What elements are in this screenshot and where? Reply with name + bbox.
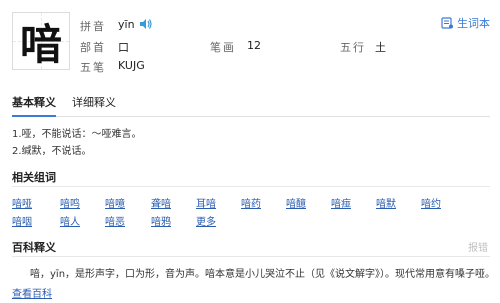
vocab-notebook-button[interactable]: 生词本 (441, 15, 490, 31)
more-words-link[interactable]: 更多 (196, 213, 216, 228)
related-word[interactable]: 喑醷 (286, 195, 306, 210)
definition-item: 2.缄默，不说话。 (12, 146, 92, 157)
wuxing-value: 土 (375, 41, 386, 54)
related-word[interactable]: 喑痖 (331, 195, 351, 210)
character-glyph: 喑 (19, 19, 62, 69)
related-word[interactable]: 喑约 (421, 195, 441, 210)
related-word[interactable]: 喑噫 (105, 195, 125, 210)
wubi-value: KUJG (118, 59, 145, 72)
related-word[interactable]: 喑默 (376, 195, 396, 210)
related-word[interactable]: 喑人 (60, 213, 80, 228)
speaker-icon[interactable] (140, 19, 152, 29)
report-error-link[interactable]: 报错 (468, 239, 488, 254)
vocab-notebook-label: 生词本 (457, 17, 490, 30)
related-word[interactable]: 喑药 (241, 195, 261, 210)
related-word[interactable]: 喑鸣 (60, 195, 80, 210)
view-encyclopedia-link[interactable]: 查看百科 (12, 285, 52, 300)
wubi-label: 五笔 (80, 61, 106, 74)
related-words-title: 相关组词 (12, 171, 56, 184)
wuxing-label: 五行 (340, 41, 366, 54)
character-card: 喑 (12, 12, 70, 70)
related-word[interactable]: 喑恶 (105, 213, 125, 228)
tab-detailed[interactable]: 详细释义 (72, 95, 116, 117)
related-word[interactable]: 喑咽 (12, 213, 32, 228)
related-word[interactable]: 耳喑 (196, 195, 216, 210)
related-word[interactable]: 聋喑 (151, 195, 171, 210)
encyclopedia-text: 喑，yīn，是形声字，口为形，音为声。喑本意是小儿哭泣不止（见《说文解字》）。现… (30, 269, 496, 280)
tab-basic[interactable]: 基本释义 (12, 95, 56, 117)
pinyin-label: 拼音 (80, 20, 106, 33)
radical-label: 部首 (80, 41, 106, 54)
definition-list: 1.哑，不能说话：～哑难言。 2.缄默，不说话。 (12, 126, 142, 160)
tab-bar: 基本释义 详细释义 (12, 95, 490, 117)
divider (12, 186, 490, 187)
divider (12, 256, 490, 257)
related-word[interactable]: 喑哑 (12, 195, 32, 210)
related-word[interactable]: 喑鸦 (151, 213, 171, 228)
strokes-label: 笔画 (210, 41, 236, 54)
strokes-value: 12 (247, 39, 261, 52)
encyclopedia-title: 百科释义 (12, 241, 56, 254)
definition-item: 1.哑，不能说话：～哑难言。 (12, 129, 142, 140)
pinyin-value: yīn (118, 18, 135, 31)
notebook-icon (441, 17, 453, 29)
radical-value: 口 (118, 41, 129, 54)
